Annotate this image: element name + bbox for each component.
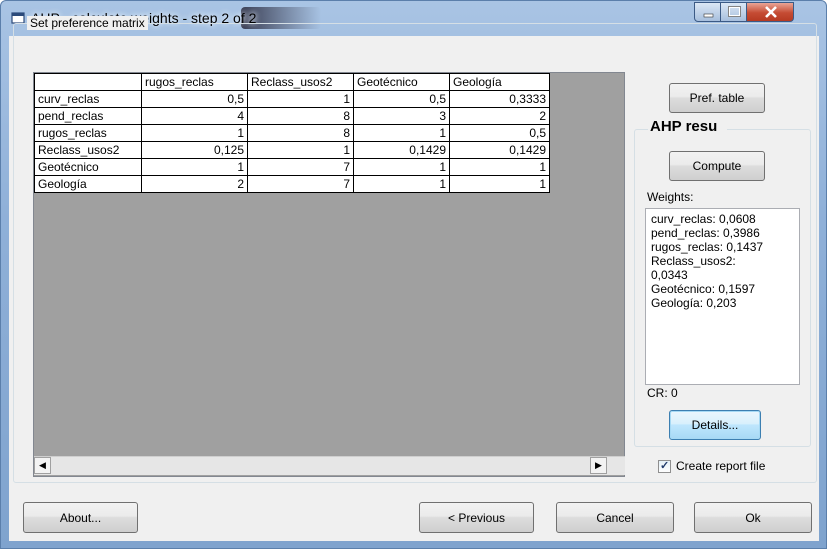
- weight-line: Reclass_usos2:: [651, 254, 736, 268]
- table-row: curv_reclas 0,5 1 0,5 0,3333: [34, 90, 550, 108]
- matrix-cell[interactable]: 8: [247, 124, 354, 142]
- header-row: rugos_reclas Reclass_usos2 Geotécnico Ge…: [34, 73, 550, 91]
- weights-label: Weights:: [647, 190, 694, 204]
- weight-line: pend_reclas: 0,3986: [651, 226, 760, 240]
- column-header[interactable]: Geotécnico: [353, 73, 450, 91]
- matrix-cell[interactable]: 0,1429: [449, 141, 550, 159]
- about-button[interactable]: About...: [23, 502, 138, 533]
- scroll-left-arrow-icon[interactable]: ◀: [34, 457, 51, 474]
- group-label: Set preference matrix: [27, 16, 148, 30]
- matrix-cell[interactable]: 0,125: [141, 141, 248, 159]
- matrix-cell[interactable]: 1: [353, 124, 450, 142]
- matrix-cell[interactable]: 1: [353, 175, 450, 193]
- row-header[interactable]: rugos_reclas: [34, 124, 142, 142]
- table-row: Reclass_usos2 0,125 1 0,1429 0,1429: [34, 141, 550, 159]
- row-header[interactable]: curv_reclas: [34, 90, 142, 108]
- table-row: rugos_reclas 1 8 1 0,5: [34, 124, 550, 142]
- column-header[interactable]: Reclass_usos2: [247, 73, 354, 91]
- scroll-right-arrow-icon[interactable]: ▶: [590, 457, 607, 474]
- matrix-cell[interactable]: 0,3333: [449, 90, 550, 108]
- matrix-cell[interactable]: 1: [141, 124, 248, 142]
- weight-line: Geotécnico: 0,1597: [651, 282, 756, 296]
- matrix-cell[interactable]: 1: [353, 158, 450, 176]
- weights-textarea[interactable]: curv_reclas: 0,0608 pend_reclas: 0,3986 …: [645, 208, 800, 385]
- matrix-cell[interactable]: 1: [247, 141, 354, 159]
- cancel-button[interactable]: Cancel: [556, 502, 674, 533]
- matrix-cell[interactable]: 0,5: [353, 90, 450, 108]
- matrix-cell[interactable]: 3: [353, 107, 450, 125]
- matrix-table: rugos_reclas Reclass_usos2 Geotécnico Ge…: [34, 73, 550, 193]
- ok-button[interactable]: Ok: [694, 502, 812, 533]
- row-header[interactable]: pend_reclas: [34, 107, 142, 125]
- maximize-button[interactable]: [720, 2, 747, 22]
- matrix-cell[interactable]: 2: [449, 107, 550, 125]
- compute-button[interactable]: Compute: [669, 151, 765, 181]
- matrix-cell[interactable]: 8: [247, 107, 354, 125]
- row-header[interactable]: Geología: [34, 175, 142, 193]
- matrix-cell[interactable]: 1: [449, 158, 550, 176]
- maximize-icon: [728, 6, 741, 17]
- matrix-cell[interactable]: 2: [141, 175, 248, 193]
- corner-cell: [34, 73, 142, 91]
- column-header[interactable]: Geología: [449, 73, 550, 91]
- weight-line: Geología: 0,203: [651, 296, 737, 310]
- close-button[interactable]: [746, 2, 794, 22]
- table-row: Geotécnico 1 7 1 1: [34, 158, 550, 176]
- close-icon: [765, 6, 777, 18]
- matrix-cell[interactable]: 0,5: [141, 90, 248, 108]
- matrix-cell[interactable]: 1: [247, 90, 354, 108]
- matrix-cell[interactable]: 1: [449, 175, 550, 193]
- matrix-cell[interactable]: 7: [247, 175, 354, 193]
- column-header[interactable]: rugos_reclas: [141, 73, 248, 91]
- row-header[interactable]: Geotécnico: [34, 158, 142, 176]
- cr-value: CR: 0: [647, 386, 678, 400]
- previous-button[interactable]: < Previous: [419, 502, 534, 533]
- matrix-cell[interactable]: 0,1429: [353, 141, 450, 159]
- row-header[interactable]: Reclass_usos2: [34, 141, 142, 159]
- weight-line: curv_reclas: 0,0608: [651, 212, 756, 226]
- preference-matrix-grid[interactable]: rugos_reclas Reclass_usos2 Geotécnico Ge…: [33, 72, 625, 477]
- checkmark-icon: ✓: [660, 460, 670, 472]
- table-row: Geología 2 7 1 1: [34, 175, 550, 193]
- matrix-cell[interactable]: 1: [141, 158, 248, 176]
- minimize-button[interactable]: [694, 2, 721, 22]
- weight-line: 0,0343: [651, 268, 688, 282]
- matrix-cell[interactable]: 0,5: [449, 124, 550, 142]
- pref-table-button[interactable]: Pref. table: [669, 83, 765, 113]
- weight-line: rugos_reclas: 0,1437: [651, 240, 764, 254]
- minimize-icon: [703, 13, 714, 18]
- matrix-cell[interactable]: 7: [247, 158, 354, 176]
- details-button[interactable]: Details...: [669, 410, 761, 440]
- ahp-result-label: AHP resu: [648, 118, 727, 135]
- create-report-label[interactable]: Create report file: [676, 459, 765, 473]
- horizontal-scrollbar[interactable]: ◀ ▶: [34, 456, 625, 475]
- matrix-cell[interactable]: 4: [141, 107, 248, 125]
- create-report-checkbox[interactable]: ✓: [658, 460, 671, 473]
- table-row: pend_reclas 4 8 3 2: [34, 107, 550, 125]
